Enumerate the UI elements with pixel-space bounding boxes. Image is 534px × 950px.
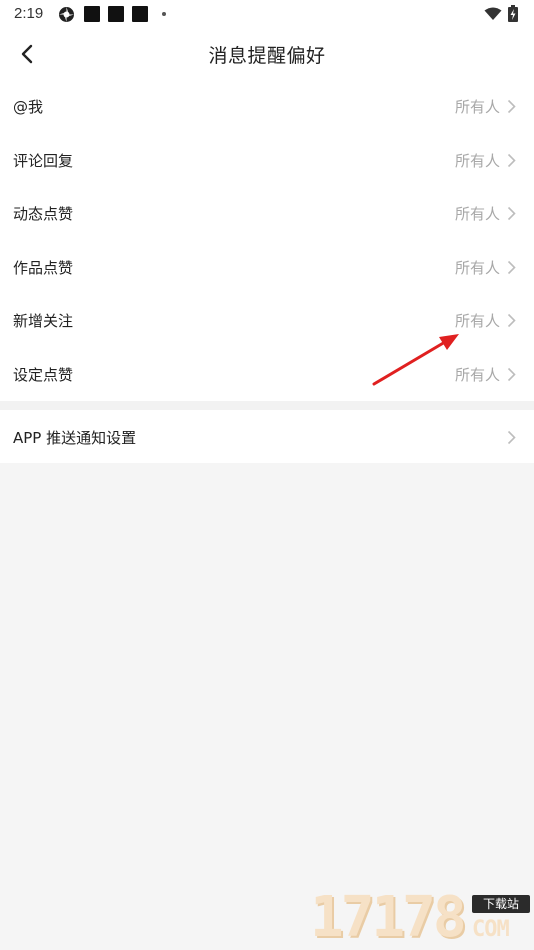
navigation-bar: 消息提醒偏好 [0,28,534,80]
chevron-right-icon [507,153,516,167]
setting-value: 所有人 [454,98,500,116]
notification-icon [132,6,148,22]
push-settings-label: APP 推送通知设置 [13,429,137,447]
chevron-right-icon [507,313,516,328]
setting-value: 所有人 [454,365,500,384]
page-title: 消息提醒偏好 [208,45,326,67]
battery-icon [508,5,518,22]
chevron-right-icon [507,430,516,445]
wifi-icon [484,7,502,20]
app-notification-icon [59,7,74,22]
watermark-domain: COM [472,917,510,942]
watermark-tag: 下载站 [472,895,530,913]
setting-label: 作品点赞 [13,258,74,277]
setting-label: @我 [13,98,44,116]
setting-row-mention[interactable]: @我 所有人 [0,80,534,133]
chevron-right-icon [507,260,516,274]
app-push-settings-row[interactable]: APP 推送通知设置 [0,410,534,463]
setting-label: 新增关注 [13,312,74,330]
notification-preference-list: @我 所有人 评论回复 所有人 动态点赞 所有人 作品点赞 所有人 新增关注 所… [0,80,534,401]
setting-value: 所有人 [454,205,500,223]
setting-row-new-follower[interactable]: 新增关注 所有人 [0,294,534,347]
setting-label: 设定点赞 [13,365,74,384]
chevron-right-icon [507,99,516,114]
setting-value: 所有人 [454,258,500,277]
watermark-logo: 17178 下载站 COM [310,885,534,950]
status-time: 2:19 [14,5,44,22]
notification-icon [108,6,124,22]
setting-row-post-like[interactable]: 动态点赞 所有人 [0,187,534,240]
setting-label: 动态点赞 [13,205,74,223]
setting-row-comment-reply[interactable]: 评论回复 所有人 [0,134,534,187]
setting-value: 所有人 [454,151,500,170]
status-bar: 2:19 [0,0,534,28]
notification-icon [84,6,100,22]
setting-label: 评论回复 [13,151,74,170]
chevron-right-icon [507,367,516,381]
chevron-right-icon [507,206,516,221]
setting-row-work-like[interactable]: 作品点赞 所有人 [0,241,534,294]
section-divider [0,401,534,410]
setting-value: 所有人 [454,312,500,330]
watermark-number: 17178 [310,885,467,950]
setting-row-setting-like[interactable]: 设定点赞 所有人 [0,348,534,401]
more-notifications-icon [162,12,166,16]
